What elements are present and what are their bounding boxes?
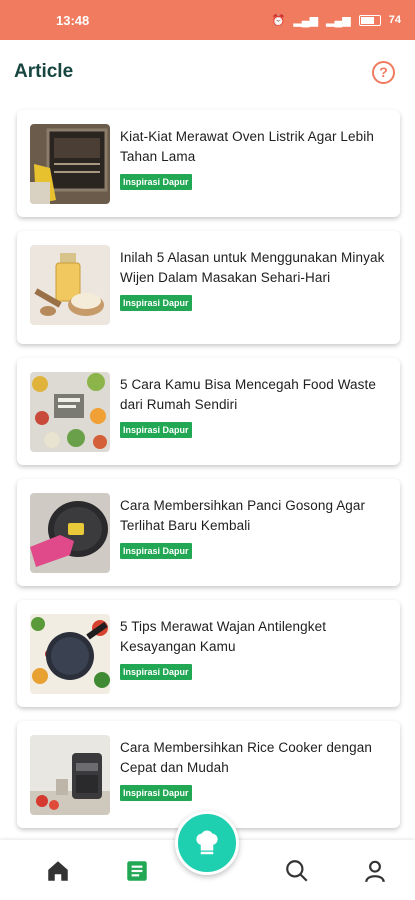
article-card[interactable]: Cara Membersihkan Panci Gosong Agar Terl… (17, 479, 400, 586)
article-title[interactable]: Cara Membersihkan Rice Cooker dengan Cep… (120, 738, 388, 778)
article-thumbnail-sesame-oil (30, 245, 110, 325)
article-card[interactable]: Kiat-Kiat Merawat Oven Listrik Agar Lebi… (17, 110, 400, 217)
battery-text: 74 (388, 14, 401, 26)
category-tag: Inspirasi Dapur (120, 174, 192, 190)
article-list: Kiat-Kiat Merawat Oven Listrik Agar Lebi… (0, 104, 415, 828)
article-icon[interactable] (124, 858, 150, 884)
article-thumbnail-oven (30, 124, 110, 204)
category-tag: Inspirasi Dapur (120, 422, 192, 438)
article-title[interactable]: Kiat-Kiat Merawat Oven Listrik Agar Lebi… (120, 127, 388, 167)
article-card[interactable]: 5 Tips Merawat Wajan Antilengket Kesayan… (17, 600, 400, 707)
alarm-icon: ⏰ (271, 14, 286, 27)
page-title: Article (14, 61, 74, 82)
status-bar: 13:48 ⏰ ▂▄▆ ▂▄▆ 74 (0, 0, 415, 40)
chef-hat-icon (196, 830, 218, 855)
profile-icon[interactable] (362, 858, 388, 884)
search-icon[interactable] (284, 858, 310, 884)
article-thumbnail-nonstick-pan (30, 614, 110, 694)
status-icons: ⏰ ▂▄▆ ▂▄▆ 74 (272, 14, 401, 27)
article-thumbnail-cleaning-pan (30, 493, 110, 573)
status-time: 13:48 (56, 12, 90, 28)
article-card[interactable]: Inilah 5 Alasan untuk Menggunakan Minyak… (17, 231, 400, 344)
home-icon[interactable] (45, 858, 71, 884)
article-title[interactable]: 5 Tips Merawat Wajan Antilengket Kesayan… (120, 617, 388, 657)
article-title[interactable]: 5 Cara Kamu Bisa Mencegah Food Waste dar… (120, 375, 388, 415)
article-thumbnail-groceries (30, 372, 110, 452)
battery-icon (358, 14, 381, 26)
article-card[interactable]: 5 Cara Kamu Bisa Mencegah Food Waste dar… (17, 358, 400, 465)
category-tag: Inspirasi Dapur (120, 543, 192, 559)
article-thumbnail-rice-cooker (30, 735, 110, 815)
app-header: Article ? (0, 40, 415, 104)
article-title[interactable]: Inilah 5 Alasan untuk Menggunakan Minyak… (120, 248, 388, 288)
chef-hat-button[interactable] (175, 811, 239, 875)
question-circle-icon[interactable]: ? (372, 60, 395, 84)
signal-icon-2: ▂▄▆ (326, 14, 351, 27)
category-tag: Inspirasi Dapur (120, 295, 192, 311)
article-title[interactable]: Cara Membersihkan Panci Gosong Agar Terl… (120, 496, 388, 536)
category-tag: Inspirasi Dapur (120, 664, 192, 680)
category-tag: Inspirasi Dapur (120, 785, 192, 801)
signal-icon: ▂▄▆ (293, 14, 319, 27)
